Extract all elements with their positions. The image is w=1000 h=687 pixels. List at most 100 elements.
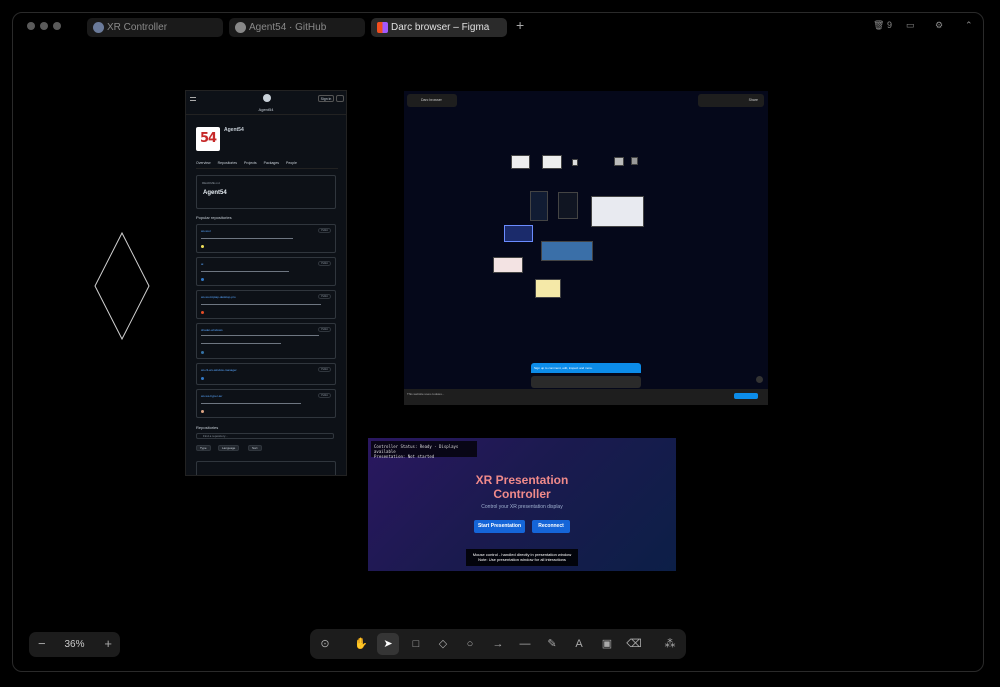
language-filter-button[interactable]: Language <box>218 445 240 451</box>
avatar: 54 <box>196 127 220 151</box>
figma-file-name: Darc browser <box>421 98 442 102</box>
language-dot <box>201 410 204 413</box>
reconnect-button[interactable]: Reconnect <box>532 520 570 533</box>
language-dot <box>201 245 204 248</box>
pointer-icon[interactable]: ➤ <box>377 633 399 655</box>
repo-card[interactable]: ai Public <box>196 257 336 286</box>
frame-thumbnail[interactable] <box>572 159 578 166</box>
eraser-icon[interactable]: ⌫ <box>623 633 645 655</box>
github-frame[interactable]: Sign in Agent54 54 Agent54 Overview Repo… <box>185 90 347 476</box>
language-dot <box>201 377 204 380</box>
globe-icon <box>93 22 104 33</box>
tab-label: XR Controller <box>107 22 168 33</box>
diamond-icon[interactable]: ◇ <box>432 633 454 655</box>
frame-thumbnail[interactable] <box>530 191 548 221</box>
frame-thumbnail[interactable] <box>493 257 523 273</box>
new-tab-button[interactable]: + <box>516 17 524 33</box>
public-badge: Public <box>318 228 331 233</box>
frame-thumbnail[interactable] <box>631 157 638 165</box>
figma-frame[interactable]: Darc browser Share Sign up to comment, e… <box>404 91 768 405</box>
rectangle-icon[interactable]: □ <box>405 633 427 655</box>
cookie-text: This website uses cookies... <box>407 392 445 396</box>
repo-description <box>201 304 321 305</box>
frame-thumbnail[interactable] <box>511 155 530 169</box>
tab-repositories[interactable]: Repositories <box>218 161 237 165</box>
controller-status: Controller Status: Ready - Displays avai… <box>374 444 459 454</box>
language-dot <box>201 351 204 354</box>
figma-toolbar[interactable] <box>531 376 641 388</box>
shapes-library-icon[interactable]: ⁂ <box>659 633 681 655</box>
tab-overview[interactable]: Overview <box>196 161 211 165</box>
mouse-control-note: Mouse control - handled directly in pres… <box>466 549 578 566</box>
figma-icon <box>377 22 388 33</box>
settings-icon[interactable]: ⚙ <box>935 20 943 31</box>
diamond-shape[interactable] <box>93 231 151 341</box>
lock-icon[interactable]: ⊙ <box>314 633 336 655</box>
pencil-icon[interactable]: ✎ <box>541 633 563 655</box>
repo-name[interactable]: ai <box>201 262 203 266</box>
minimize-window-button[interactable] <box>40 22 48 30</box>
text-icon[interactable]: A <box>568 633 590 655</box>
app-window: XR Controller Agent54 · GitHub Darc brow… <box>12 12 984 672</box>
repo-description <box>201 335 319 336</box>
repo-search-input[interactable]: Find a repository... <box>196 433 334 439</box>
maximize-window-button[interactable] <box>53 22 61 30</box>
frame-thumbnail[interactable] <box>591 196 644 227</box>
hand-icon[interactable]: ✋ <box>350 633 372 655</box>
trash-button[interactable]: 🗑 9 <box>873 20 892 31</box>
frame-thumbnail[interactable] <box>558 192 578 219</box>
repo-name[interactable]: ws-tool <box>201 229 211 233</box>
frame-thumbnail[interactable] <box>614 157 624 166</box>
allow-cookies-button[interactable] <box>734 393 758 399</box>
repo-card[interactable]: ws-ws-hyper-ter Public <box>196 389 336 418</box>
more-button[interactable] <box>336 95 344 102</box>
readme-card: README.md Agent54 <box>196 175 336 209</box>
tab-figma[interactable]: Darc browser – Figma <box>371 18 507 37</box>
repo-card[interactable]: ws-rtl-ws-window-manager Public <box>196 363 336 385</box>
sort-filter-button[interactable]: Sort <box>248 445 262 451</box>
trash-icon: 🗑 <box>873 20 885 30</box>
ellipse-icon[interactable]: ○ <box>459 633 481 655</box>
repo-card[interactable]: shader-windows Public <box>196 323 336 359</box>
signup-banner[interactable]: Sign up to comment, edit, inspect and mo… <box>531 363 641 373</box>
arrow-icon[interactable]: → <box>487 633 509 655</box>
note-line2: Note: Use presentation window for all in… <box>478 557 566 562</box>
start-presentation-button[interactable]: Start Presentation <box>474 520 525 533</box>
public-badge: Public <box>318 261 331 266</box>
frame-thumbnail[interactable] <box>542 155 562 169</box>
repo-description <box>201 403 301 404</box>
repo-description <box>201 343 281 344</box>
repo-card[interactable] <box>196 461 336 475</box>
image-icon[interactable]: ▣ <box>596 633 618 655</box>
close-window-button[interactable] <box>27 22 35 30</box>
line-icon[interactable]: — <box>514 633 536 655</box>
help-icon[interactable] <box>756 376 763 383</box>
xr-controller-frame[interactable]: Controller Status: Ready - Displays avai… <box>368 438 676 571</box>
repo-name[interactable]: ws-ws-hyper-ter <box>201 394 222 398</box>
menu-icon[interactable] <box>190 97 196 101</box>
repo-card[interactable]: ws-tool-tiptap-desktop-pro Public <box>196 290 336 319</box>
tab-xr-controller[interactable]: XR Controller <box>87 18 223 37</box>
tab-people[interactable]: People <box>286 161 297 165</box>
public-badge: Public <box>318 367 331 372</box>
frame-thumbnail[interactable] <box>504 225 533 242</box>
tab-github[interactable]: Agent54 · GitHub <box>229 18 365 37</box>
frame-thumbnail[interactable] <box>541 241 593 261</box>
zoom-in-button[interactable]: + <box>104 636 112 651</box>
share-button[interactable]: Share <box>749 98 758 102</box>
readme-title: Agent54 <box>203 190 227 196</box>
tab-packages[interactable]: Packages <box>264 161 279 165</box>
repo-card[interactable]: ws-tool Public <box>196 224 336 253</box>
chevron-up-icon[interactable]: ⌃ <box>965 20 973 31</box>
tab-projects[interactable]: Projects <box>244 161 257 165</box>
type-filter-button[interactable]: Type <box>196 445 211 451</box>
repo-name[interactable]: shader-windows <box>201 328 223 332</box>
figma-file-menu[interactable]: Darc browser <box>407 94 457 107</box>
language-dot <box>201 278 204 281</box>
layout-icon[interactable]: ▭ <box>906 20 915 31</box>
repo-name[interactable]: ws-rtl-ws-window-manager <box>201 368 237 372</box>
sign-in-button[interactable]: Sign in <box>318 95 334 102</box>
repo-name[interactable]: ws-tool-tiptap-desktop-pro <box>201 295 236 299</box>
frame-thumbnail[interactable] <box>535 279 561 298</box>
presentation-status: Presentation: Not started <box>374 454 435 459</box>
